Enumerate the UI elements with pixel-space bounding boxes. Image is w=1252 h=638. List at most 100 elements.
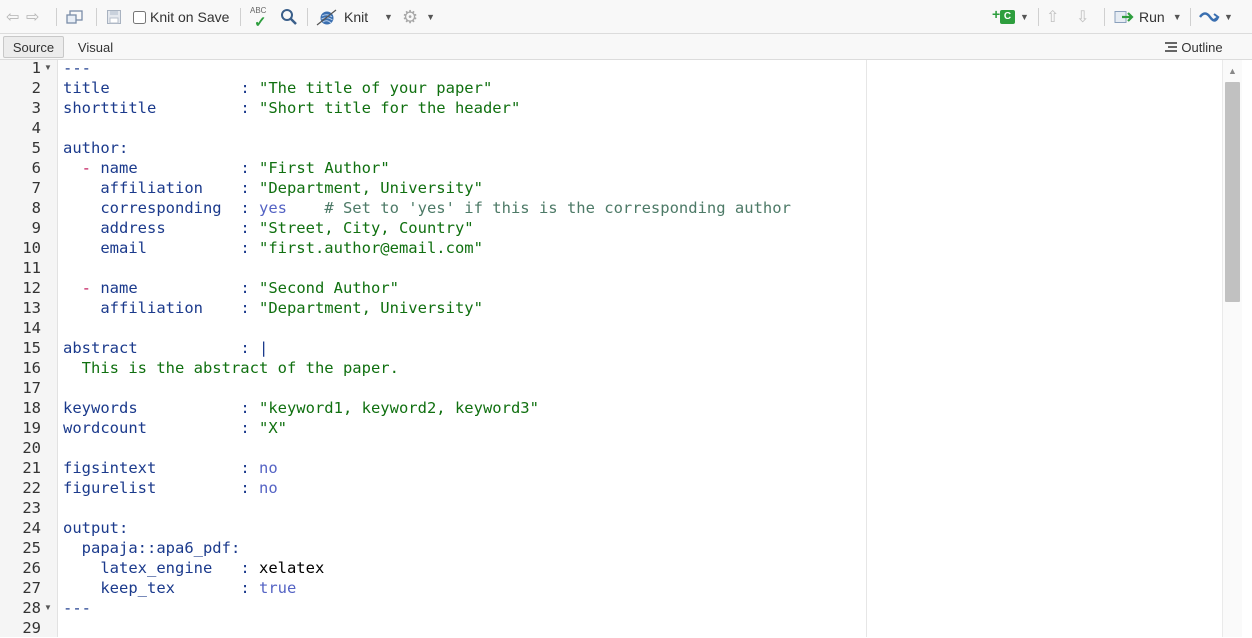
editor-mode-bar: Source Visual Outline [0, 34, 1252, 60]
code-token: "First Author" [259, 159, 390, 177]
knit-on-save-toggle[interactable]: Knit on Save [133, 0, 229, 34]
code-token: author: [63, 139, 129, 157]
line-number: 5 [31, 139, 41, 157]
source-mode-button[interactable]: Source [3, 36, 64, 58]
code-token: latex_engine [63, 559, 241, 577]
chevron-down-icon: ▼ [1224, 12, 1233, 22]
forward-button[interactable]: ⇨ [26, 0, 39, 34]
knit-options-dropdown[interactable]: ▼ [380, 0, 393, 34]
code-token: : [240, 199, 259, 217]
line-number: 8 [31, 199, 41, 217]
code-token: figsintext [63, 459, 241, 477]
code-token: This is the abstract of the paper. [63, 359, 399, 377]
previous-section-button[interactable]: ⇧ [1046, 0, 1059, 34]
code-token: --- [63, 599, 91, 617]
line-number: 23 [22, 499, 41, 517]
code-token: affiliation [63, 179, 241, 197]
code-token: - [81, 159, 92, 177]
code-line: --- [63, 598, 91, 618]
code-token: : [240, 279, 259, 297]
code-editor[interactable]: --- title : "The title of your paper" shor… [58, 60, 1222, 637]
line-number: 22 [22, 479, 41, 497]
code-token: figurelist [63, 479, 241, 497]
next-section-button[interactable]: ⇩ [1076, 0, 1089, 34]
code-line: address : "Street, City, Country" [63, 218, 473, 238]
save-icon [107, 10, 121, 24]
code-token: true [258, 579, 297, 597]
save-button[interactable] [106, 0, 122, 34]
code-token: : [240, 219, 259, 237]
visual-mode-button[interactable]: Visual [68, 34, 123, 60]
code-line: email : "first.author@email.com" [63, 238, 483, 258]
run-arrow-icon [1114, 11, 1134, 23]
code-token: : [240, 399, 259, 417]
knit-button[interactable]: Knit [316, 0, 368, 34]
line-number: 6 [31, 159, 41, 177]
code-token: "Department, University" [258, 179, 483, 197]
code-line: output: [63, 518, 128, 538]
code-token: address [63, 219, 241, 237]
outline-toggle-button[interactable]: Outline [1156, 34, 1232, 60]
editor-scrollbar[interactable]: ▲ [1222, 60, 1242, 637]
scroll-up-arrow-icon[interactable]: ▲ [1228, 66, 1237, 76]
code-token: corresponding [63, 199, 241, 217]
code-token: papaja::apa6_pdf: [63, 539, 241, 557]
code-token: name [91, 159, 241, 177]
toolbar-divider [1190, 8, 1191, 26]
code-token: : [240, 419, 259, 437]
outline-label: Outline [1181, 39, 1223, 55]
knit-on-save-label: Knit on Save [150, 9, 230, 25]
toolbar-divider [307, 8, 308, 26]
code-line: shorttitle : "Short title for the header… [63, 98, 520, 118]
rerun-button[interactable]: ▼ [1198, 0, 1233, 34]
line-number: 14 [22, 319, 41, 337]
code-token: wordcount [63, 419, 241, 437]
code-token: : [240, 179, 259, 197]
code-token: xelatex [258, 559, 325, 577]
toolbar-divider [240, 8, 241, 26]
code-token: name [91, 279, 241, 297]
spellcheck-button[interactable]: ABC ✓ [250, 0, 270, 34]
toolbar-divider [1104, 8, 1105, 26]
back-button[interactable]: ⇦ [6, 0, 19, 34]
line-number: 10 [22, 239, 41, 257]
line-number: 24 [22, 519, 41, 537]
insert-chunk-button[interactable]: + C ▼ [992, 0, 1029, 34]
gear-icon: ⚙ [402, 6, 419, 27]
code-line: title : "The title of your paper" [63, 78, 492, 98]
chevron-down-icon: ▼ [384, 12, 393, 22]
line-number: 16 [22, 359, 41, 377]
knit-yarn-icon [316, 9, 337, 26]
toolbar-divider [56, 8, 57, 26]
code-line: abstract : | [63, 338, 268, 358]
line-number: 27 [22, 579, 41, 597]
spellcheck-icon: ABC ✓ [250, 6, 267, 31]
line-number: 28 [22, 599, 41, 617]
show-in-window-button[interactable] [66, 0, 84, 34]
code-token: : [240, 299, 259, 317]
scrollbar-thumb[interactable] [1225, 82, 1240, 302]
knit-on-save-checkbox[interactable] [133, 10, 146, 24]
line-number: 15 [22, 339, 41, 357]
code-token: # Set to 'yes' if this is the correspond… [324, 199, 791, 217]
fold-toggle-icon[interactable]: ▼ [44, 58, 52, 78]
chevron-down-icon: ▼ [1020, 12, 1029, 22]
code-line: affiliation : "Department, University" [63, 178, 483, 198]
code-token: --- [63, 60, 91, 77]
fold-toggle-icon[interactable]: ▼ [44, 598, 52, 618]
line-number: 19 [22, 419, 41, 437]
run-button[interactable]: Run ▼ [1114, 0, 1182, 34]
run-label: Run [1139, 9, 1165, 25]
line-number: 11 [22, 259, 41, 277]
line-number: 18 [22, 399, 41, 417]
code-token: : [240, 579, 259, 597]
editor-toolbar: ⇦ ⇨ Knit on Save ABC ✓ Knit ▼ ⚙ ▼ + C ▼ … [0, 0, 1252, 34]
find-replace-button[interactable] [280, 0, 298, 34]
settings-button[interactable]: ⚙ ▼ [402, 0, 435, 34]
arrow-down-icon: ⇩ [1076, 9, 1090, 26]
code-line: figurelist : no [63, 478, 278, 498]
code-token: keep_tex [63, 579, 241, 597]
code-token: : [240, 559, 259, 577]
